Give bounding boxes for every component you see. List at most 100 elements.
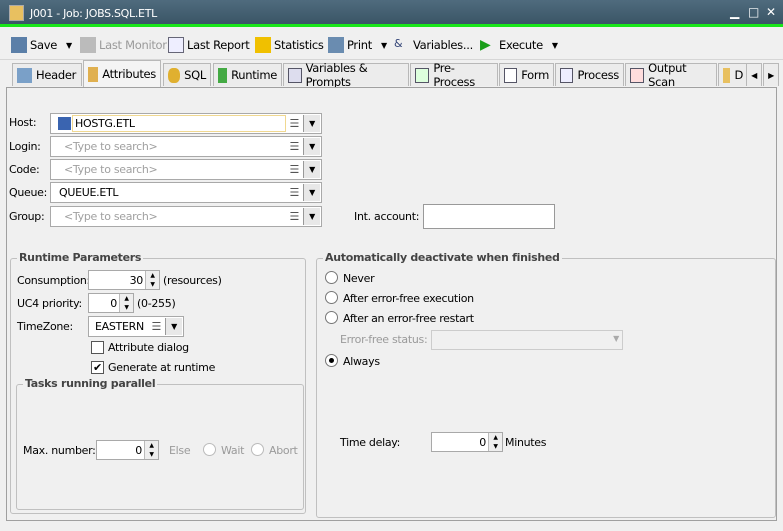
never-radio[interactable] — [325, 271, 338, 284]
last-monitor-button[interactable]: Last Monitor — [80, 37, 167, 53]
dropdown-arrow[interactable]: ▼ — [303, 208, 320, 225]
spinner-arrows[interactable]: ▲ ▼ — [144, 441, 158, 459]
max-number-spinner[interactable]: 0 ▲ ▼ — [96, 440, 159, 460]
time-delay-label: Time delay: — [340, 436, 401, 449]
tab-sql[interactable]: SQL — [163, 63, 211, 86]
queue-combo[interactable]: QUEUE.ETL ☰ ▼ — [50, 182, 322, 203]
statistics-button[interactable]: Statistics — [255, 37, 324, 53]
chevron-down-icon[interactable]: ▼ — [552, 41, 558, 50]
dropdown-arrow[interactable]: ▼ — [303, 115, 320, 132]
time-delay-spinner[interactable]: 0 ▲ ▼ — [431, 432, 503, 452]
tab-scroll-left[interactable]: ◀ — [746, 63, 762, 86]
attribute-dialog-label: Attribute dialog — [108, 341, 189, 354]
error-free-execution-label: After error-free execution — [343, 292, 474, 305]
code-combo[interactable]: <Type to search> ☰ ▼ — [50, 159, 322, 180]
int-account-label: Int. account: — [354, 210, 420, 223]
error-status-select[interactable]: ▼ — [431, 330, 623, 350]
list-icon[interactable]: ☰ — [289, 140, 299, 153]
generate-runtime-label: Generate at runtime — [108, 361, 216, 374]
login-combo[interactable]: <Type to search> ☰ ▼ — [50, 136, 322, 157]
chevron-down-icon[interactable]: ▼ — [66, 41, 72, 50]
tab-header[interactable]: Header — [12, 63, 82, 86]
dropdown-arrow[interactable]: ▼ — [613, 334, 619, 343]
timezone-label: TimeZone: — [17, 320, 73, 333]
maximize-button[interactable]: □ — [748, 5, 759, 19]
minimize-button[interactable]: ▁ — [730, 5, 739, 19]
job-icon — [9, 5, 24, 21]
form-icon — [504, 67, 518, 83]
never-label: Never — [343, 272, 375, 285]
execute-button[interactable]: ▶ Execute ▼ — [480, 37, 558, 53]
document-icon — [723, 67, 731, 83]
dropdown-arrow[interactable]: ▼ — [303, 184, 320, 201]
list-icon[interactable]: ☰ — [289, 117, 299, 130]
report-icon — [168, 37, 184, 53]
priority-spinner[interactable]: 0 ▲ ▼ — [88, 293, 134, 313]
generate-runtime-checkbox[interactable]: ✔ — [91, 361, 104, 374]
list-icon[interactable]: ☰ — [289, 163, 299, 176]
save-icon — [11, 37, 27, 53]
error-free-execution-radio[interactable] — [325, 291, 338, 304]
error-free-restart-radio[interactable] — [325, 311, 338, 324]
timezone-combo[interactable]: EASTERN ☰ ▼ — [88, 316, 184, 337]
host-input[interactable]: HOSTG.ETL — [72, 115, 286, 132]
code-label: Code: — [9, 163, 40, 176]
tab-output-scan[interactable]: Output Scan — [625, 61, 717, 89]
list-icon[interactable]: ☰ — [289, 186, 299, 199]
last-report-button[interactable]: Last Report — [168, 37, 250, 53]
error-status-label: Error-free status: — [340, 333, 428, 346]
statistics-icon — [255, 37, 271, 53]
close-button[interactable]: ✕ — [766, 5, 776, 19]
play-icon: ▶ — [480, 37, 491, 53]
attributes-icon — [88, 66, 99, 82]
pre-process-icon — [415, 67, 430, 83]
dropdown-arrow[interactable]: ▼ — [165, 318, 182, 335]
spinner-arrows[interactable]: ▲ ▼ — [119, 294, 133, 312]
tab-runtime[interactable]: Runtime — [213, 63, 282, 86]
host-label: Host: — [9, 116, 37, 129]
group-title: Runtime Parameters — [17, 251, 144, 264]
abort-radio[interactable] — [251, 443, 264, 456]
spinner-arrows[interactable]: ▲ ▼ — [488, 433, 502, 451]
variables-button[interactable]: & Variables... — [394, 37, 473, 53]
tab-more[interactable]: D — [718, 63, 748, 86]
wait-radio[interactable] — [203, 443, 216, 456]
save-button[interactable]: Save ▼ — [11, 37, 72, 53]
consumption-spinner[interactable]: 30 ▲ ▼ — [88, 270, 160, 290]
group-combo[interactable]: <Type to search> ☰ ▼ — [50, 206, 322, 227]
variables-icon — [288, 67, 302, 83]
spinner-arrows[interactable]: ▲ ▼ — [145, 271, 159, 289]
max-number-value: 0 — [135, 444, 142, 457]
tab-pre-process[interactable]: Pre-Process — [410, 61, 498, 89]
attribute-dialog-checkbox[interactable] — [91, 341, 104, 354]
list-icon[interactable]: ☰ — [151, 320, 161, 333]
tab-process[interactable]: Process — [555, 63, 624, 86]
priority-label: UC4 priority: — [17, 297, 82, 310]
variables-icon: & — [394, 37, 403, 50]
database-icon — [168, 67, 181, 83]
int-account-input[interactable] — [423, 204, 555, 229]
title-bar: J001 - Job: JOBS.SQL.ETL ▁ □ ✕ — [0, 0, 783, 27]
chevron-down-icon[interactable]: ▼ — [381, 41, 387, 50]
tab-form[interactable]: Form — [499, 63, 554, 86]
abort-label: Abort — [269, 444, 298, 457]
print-button[interactable]: Print ▼ — [328, 37, 387, 53]
host-combo[interactable]: HOSTG.ETL ☰ ▼ — [50, 113, 322, 134]
dropdown-arrow[interactable]: ▼ — [303, 161, 320, 178]
always-label: Always — [343, 355, 380, 368]
tab-scroll-right[interactable]: ▶ — [763, 63, 779, 86]
tab-attributes[interactable]: Attributes — [83, 60, 161, 87]
priority-value: 0 — [110, 297, 117, 310]
list-icon[interactable]: ☰ — [289, 210, 299, 223]
dropdown-arrow[interactable]: ▼ — [303, 138, 320, 155]
header-icon — [17, 67, 32, 83]
login-label: Login: — [9, 140, 41, 153]
always-radio[interactable] — [325, 354, 338, 367]
host-icon — [58, 117, 71, 130]
group-title: Tasks running parallel — [23, 377, 158, 390]
tab-variables-prompts[interactable]: Variables & Prompts — [283, 61, 409, 89]
placeholder: <Type to search> — [64, 163, 158, 176]
wait-label: Wait — [221, 444, 245, 457]
toolbar: Save ▼ Last Monitor Last Report Statistic… — [0, 30, 783, 60]
placeholder: <Type to search> — [64, 210, 158, 223]
